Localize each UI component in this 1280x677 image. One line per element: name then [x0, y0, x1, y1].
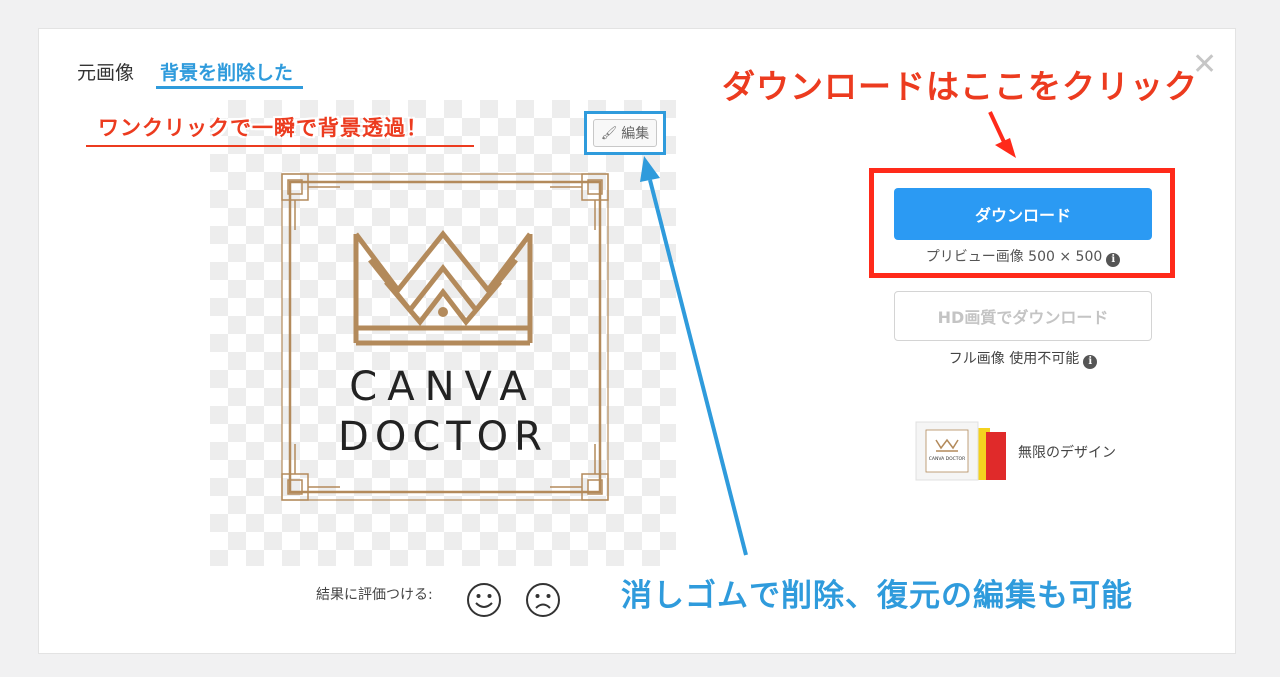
annotation-arrows	[640, 111, 1016, 556]
